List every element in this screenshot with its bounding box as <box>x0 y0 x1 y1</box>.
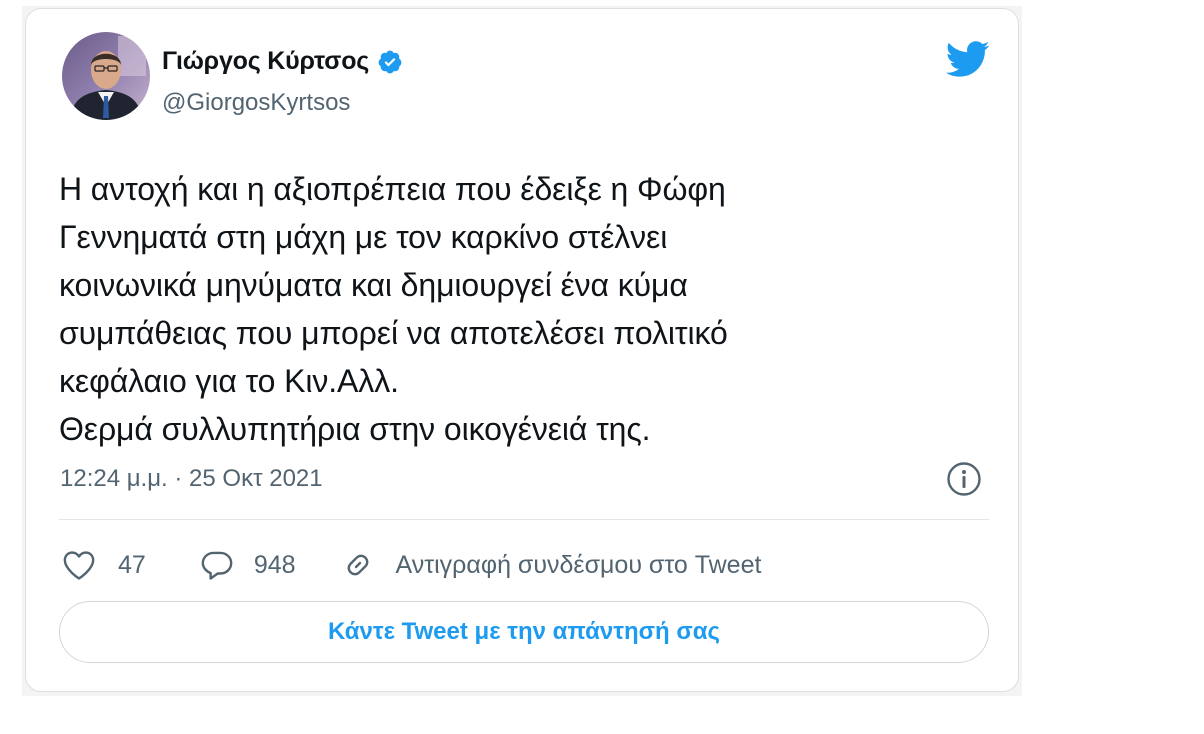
heart-icon <box>62 549 96 581</box>
tweet-your-reply-button[interactable]: Κάντε Tweet με την απάντησή σας <box>59 601 989 663</box>
tweet-timestamp[interactable]: 12:24 μ.μ. · 25 Οκτ 2021 <box>60 465 323 493</box>
verified-badge-icon <box>377 49 403 75</box>
twitter-bird-icon[interactable] <box>944 39 990 79</box>
tweet-text-line: συμπάθειας που μπορεί να αποτελέσει πολι… <box>59 315 728 351</box>
tweet-text-line: Θερμά συλλυπητήρια στην οικογένειά της. <box>59 411 651 447</box>
tweet-text-line: κοινωνικά μηνύματα και δημιουργεί ένα κύ… <box>59 267 688 303</box>
tweet-card: Γιώργος Κύρτσος @GiorgosKyrtsos Η αντοχή… <box>25 8 1019 692</box>
tweet-text-line: Η αντοχή και η αξιοπρέπεια που έδειξε η … <box>59 171 726 207</box>
tweet-text: Η αντοχή και η αξιοπρέπεια που έδειξε η … <box>59 165 989 453</box>
tweet-text-line: Γεννηματά στη μάχη με τον καρκίνο στέλνε… <box>59 219 668 255</box>
tweet-text-line: κεφάλαιο για το Κιν.Αλλ. <box>59 363 399 399</box>
author-handle[interactable]: @GiorgosKyrtsos <box>162 89 350 117</box>
like-button[interactable]: 47 <box>62 549 146 581</box>
reply-button[interactable]: 948 <box>200 549 296 581</box>
copy-link-label: Αντιγραφή συνδέσμου στο Tweet <box>395 550 762 579</box>
info-icon[interactable] <box>946 461 982 497</box>
copy-link-button[interactable]: Αντιγραφή συνδέσμου στο Tweet <box>342 549 762 581</box>
tweet-actions: 47 948 Αντιγραφή συνδέσμου στο Tweet <box>62 545 761 585</box>
link-icon <box>342 549 374 581</box>
author-display-name[interactable]: Γιώργος Κύρτσος <box>162 47 369 76</box>
reply-count: 948 <box>253 550 296 579</box>
speech-bubble-icon <box>200 549 234 581</box>
author-name-row[interactable]: Γιώργος Κύρτσος <box>162 47 403 76</box>
avatar[interactable] <box>62 32 150 120</box>
like-count: 47 <box>118 550 146 579</box>
divider <box>59 519 989 520</box>
